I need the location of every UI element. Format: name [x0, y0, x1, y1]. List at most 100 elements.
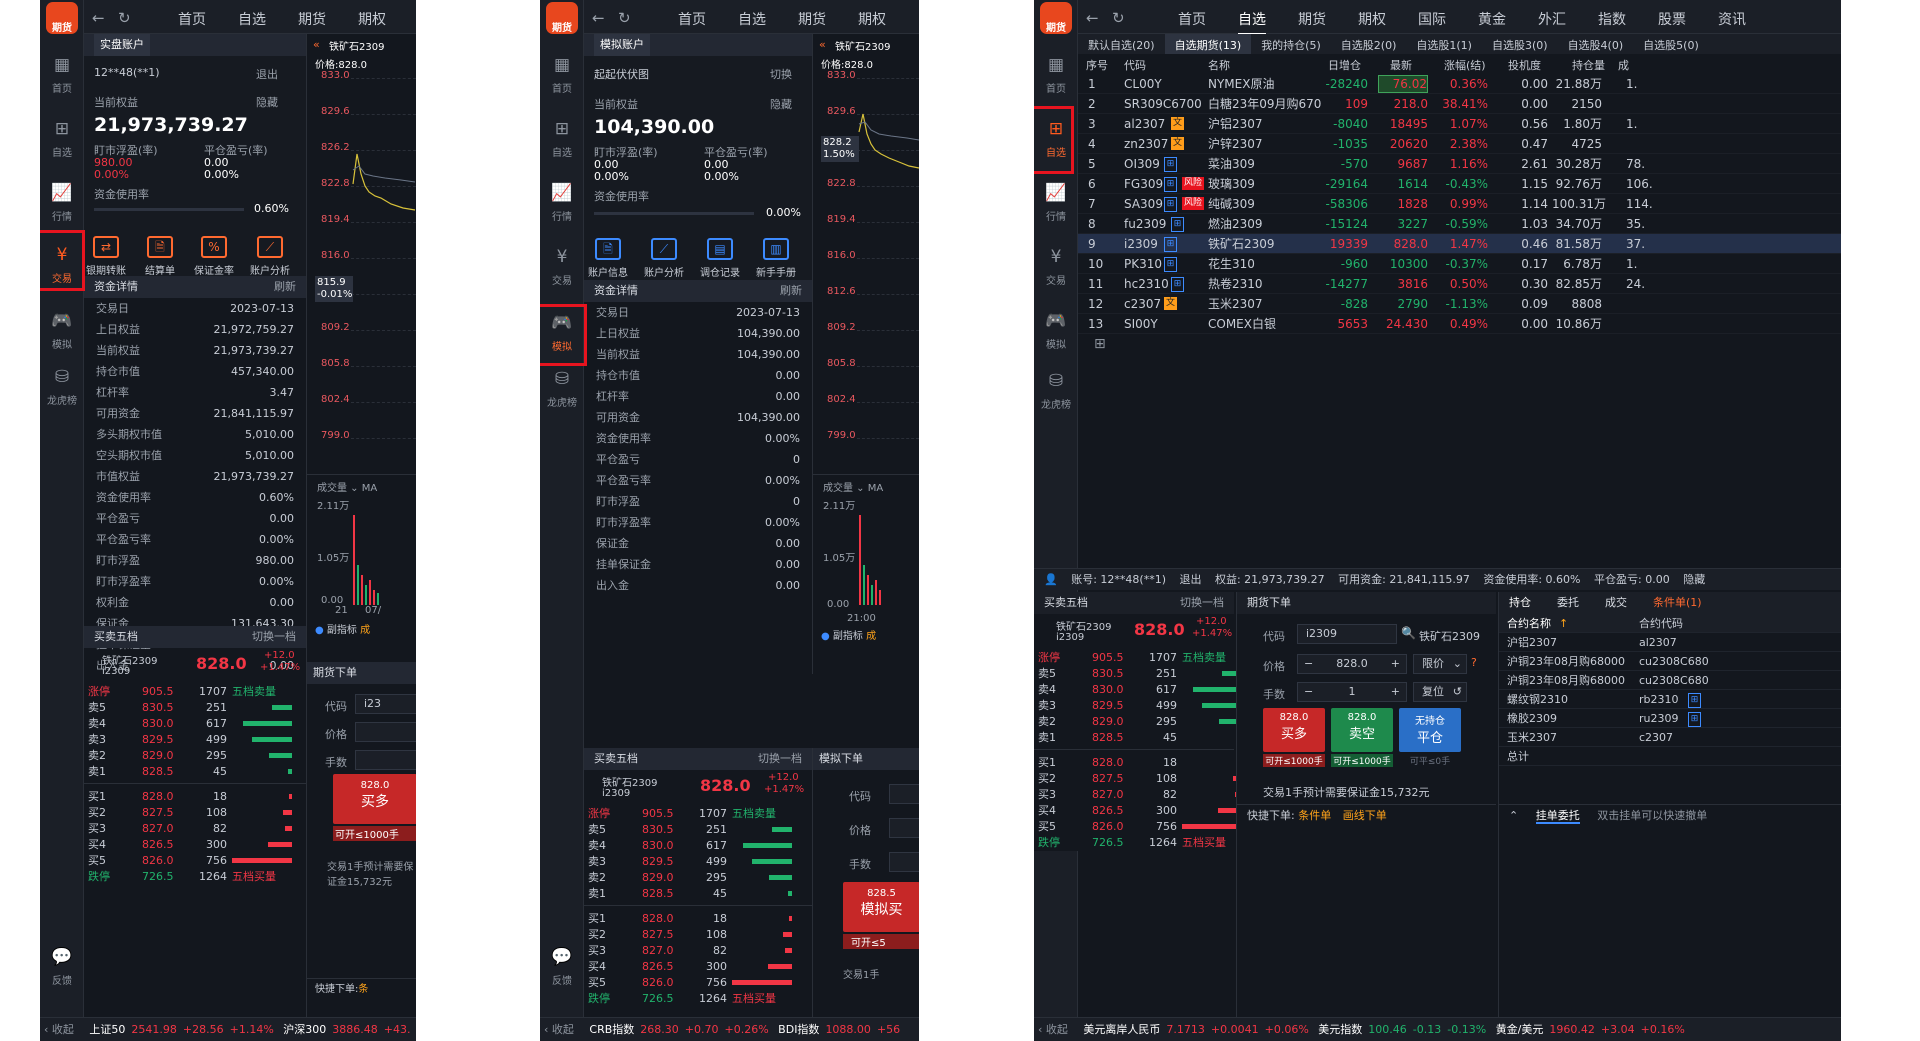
- pending-orders-tab[interactable]: 挂单委托: [1535, 809, 1580, 824]
- tab-international[interactable]: 国际: [1418, 9, 1446, 29]
- ask-row[interactable]: 卖2 829.0 295: [584, 870, 812, 886]
- watchlist-tab[interactable]: 自选期货(13): [1164, 34, 1252, 56]
- bid-row[interactable]: 买2 827.5 108: [584, 927, 812, 943]
- line-order-link[interactable]: 画线下单: [1343, 809, 1387, 822]
- bid-row[interactable]: 买5 826.0 756: [84, 853, 306, 869]
- holding-row[interactable]: 玉米2307 c2307: [1499, 728, 1841, 747]
- holding-row[interactable]: 总计: [1499, 747, 1841, 766]
- sidebar-item-feedback[interactable]: 💬反馈: [540, 940, 584, 992]
- ask-row[interactable]: 卖4 830.0 617: [1034, 682, 1242, 698]
- holdings-tab[interactable]: 持仓: [1509, 596, 1531, 609]
- tab-options[interactable]: 期权: [858, 9, 886, 29]
- watchlist-tab[interactable]: 默认自选(20): [1078, 34, 1165, 56]
- sidebar-item-watchlist[interactable]: ⊞ 自选: [540, 112, 584, 164]
- watchlist-row[interactable]: 1 CL00Y NYMEX原油 -28240 76.02 0.36% 0.00 21.88万 1…: [1078, 74, 1841, 94]
- ask-row[interactable]: 卖4 830.0 617: [84, 716, 306, 732]
- sidebar-item-market[interactable]: 📈 行情: [540, 176, 584, 228]
- column-header[interactable]: 名称: [1208, 57, 1230, 73]
- collapse-up-icon[interactable]: ⌃: [1509, 809, 1518, 822]
- close-position-button[interactable]: 无持仓 平仓: [1399, 708, 1461, 752]
- holding-row[interactable]: 沪铜23年08月购68000 cu2308C680: [1499, 671, 1841, 690]
- price-type-select[interactable]: 限价 ⌄: [1413, 654, 1467, 674]
- column-header[interactable]: 最新: [1390, 57, 1412, 73]
- watchlist-tab[interactable]: 我的持仓(5): [1251, 34, 1331, 56]
- holding-row[interactable]: 橡胶2309 ru2309 ⊞: [1499, 709, 1841, 728]
- holdings-tab[interactable]: 条件单(1): [1653, 596, 1702, 609]
- tab-home[interactable]: 首页: [678, 9, 706, 29]
- sidebar-item-sim[interactable]: 🎮 模拟: [40, 304, 84, 356]
- watchlist-row[interactable]: 2 SR309C6700 白糖23年09月购670 109 218.0 38.41% 0.0…: [1078, 94, 1841, 114]
- help-icon[interactable]: ?: [1471, 656, 1477, 669]
- bid-row[interactable]: 买4 826.5 300: [584, 959, 812, 975]
- add-row-icon[interactable]: ⊞: [1094, 336, 1106, 352]
- ask-row[interactable]: 卖5 830.5 251: [584, 822, 812, 838]
- price-input[interactable]: [355, 722, 416, 742]
- tab-stocks[interactable]: 股票: [1658, 9, 1686, 29]
- watchlist-row[interactable]: 12 c2307 文玉米2307 -828 2790 -1.13% 0.09 8808: [1078, 294, 1841, 314]
- ask-row[interactable]: 卖3 829.5 499: [1034, 698, 1242, 714]
- collapse-button[interactable]: ‹ 收起: [1038, 1023, 1074, 1036]
- ask-row[interactable]: 卖1 828.5 45: [1034, 730, 1242, 746]
- column-header[interactable]: 成: [1618, 57, 1629, 73]
- beginner-guide-button[interactable]: ▥ 新手手册: [752, 238, 800, 279]
- hide-toggle[interactable]: 隐藏: [1683, 573, 1705, 586]
- logout-button[interactable]: 退出: [256, 66, 278, 82]
- sidebar-item-ranking[interactable]: ⛁ 龙虎榜: [40, 360, 84, 412]
- watchlist-row[interactable]: 9 i2309 ⊞ 铁矿石2309 19339 828.0 1.47% 0.46 81.58万 3…: [1078, 234, 1841, 254]
- refresh-icon[interactable]: ↻: [118, 9, 131, 27]
- watchlist-tab[interactable]: 自选股4(0): [1558, 34, 1634, 56]
- watchlist-row[interactable]: 3 al2307 文沪铝2307 -8040 18495 1.07% 0.56 1.80万 1.: [1078, 114, 1841, 134]
- price-chart[interactable]: « 铁矿石2309 价格:828.0 833.0829.6826.2822.88…: [812, 34, 919, 674]
- switch-level-button[interactable]: 切换一档: [252, 626, 296, 648]
- column-header[interactable]: 投机度: [1508, 57, 1541, 73]
- position-history-button[interactable]: ▤ 调仓记录: [696, 238, 744, 279]
- holdings-tab[interactable]: 成交: [1605, 596, 1627, 609]
- watchlist-row[interactable]: 10 PK310 ⊞ 花生310 -960 10300 -0.37% 0.17 6.78万 1.: [1078, 254, 1841, 274]
- bid-row[interactable]: 买2 827.5 108: [84, 805, 306, 821]
- refresh-icon[interactable]: ↻: [618, 9, 631, 27]
- conditional-order-link[interactable]: 条件单: [1298, 809, 1331, 822]
- minus-icon[interactable]: −: [1304, 683, 1313, 701]
- sidebar-item-home[interactable]: ▦ 首页: [540, 48, 584, 100]
- reset-button[interactable]: 复位 ↺: [1413, 682, 1467, 702]
- holdings-tab[interactable]: 委托: [1557, 596, 1579, 609]
- sidebar-item-ranking[interactable]: ⛁ 龙虎榜: [540, 362, 584, 414]
- sidebar-item-trade[interactable]: ¥ 交易: [540, 240, 584, 292]
- tab-home[interactable]: 首页: [178, 9, 206, 29]
- plus-icon[interactable]: +: [1391, 655, 1400, 673]
- tab-forex[interactable]: 外汇: [1538, 9, 1566, 29]
- bid-row[interactable]: 买3 827.0 82: [584, 943, 812, 959]
- back-icon[interactable]: ←: [1086, 9, 1099, 27]
- switch-level-button[interactable]: 切换一档: [758, 748, 802, 770]
- sidebar-item-sim[interactable]: 🎮 模拟: [1034, 304, 1078, 356]
- plus-icon[interactable]: +: [1391, 683, 1400, 701]
- column-header[interactable]: 持仓量: [1572, 57, 1605, 73]
- tab-sim-account[interactable]: 模拟账户: [594, 34, 650, 56]
- sidebar-item-market[interactable]: 📈 行情: [40, 176, 84, 228]
- search-icon[interactable]: 🔍: [1401, 626, 1416, 640]
- account-analysis-button[interactable]: ⟋ 账户分析: [640, 238, 688, 279]
- ask-row[interactable]: 卖5 830.5 251: [84, 700, 306, 716]
- hide-toggle[interactable]: 隐藏: [256, 94, 278, 110]
- minus-icon[interactable]: −: [1304, 655, 1313, 673]
- tab-watchlist[interactable]: 自选: [738, 9, 766, 29]
- refresh-button[interactable]: 刷新: [780, 280, 802, 302]
- tab-watchlist[interactable]: 自选: [1238, 9, 1266, 35]
- switch-level-button[interactable]: 切换一档: [1180, 592, 1224, 614]
- price-stepper[interactable]: −828.0 +: [1297, 654, 1407, 674]
- bid-row[interactable]: 买1 828.0 18: [584, 911, 812, 927]
- code-input[interactable]: i23: [355, 694, 416, 714]
- tab-news[interactable]: 资讯: [1718, 9, 1746, 29]
- holding-row[interactable]: 螺纹钢2310 rb2310 ⊞: [1499, 690, 1841, 709]
- price-chart[interactable]: « 铁矿石2309 价格:828.0 833.0829.6826.2822.88…: [306, 34, 416, 674]
- collapse-button[interactable]: ‹ 收起: [44, 1023, 80, 1036]
- sidebar-item-watchlist[interactable]: ⊞ 自选: [40, 112, 84, 164]
- chart-tag-icon[interactable]: ⊞: [1688, 712, 1701, 727]
- column-header[interactable]: 日增仓: [1328, 57, 1361, 73]
- watchlist-row[interactable]: 8 fu2309 ⊞ 燃油2309 -15124 3227 -0.59% 1.03 34.70万…: [1078, 214, 1841, 234]
- tab-home[interactable]: 首页: [1178, 9, 1206, 29]
- statement-button[interactable]: 🗎 结算单: [136, 236, 184, 277]
- switch-account-button[interactable]: 切换: [770, 66, 792, 82]
- chart-back-icon[interactable]: «: [313, 38, 320, 51]
- margin-rate-button[interactable]: % 保证金率: [190, 236, 238, 277]
